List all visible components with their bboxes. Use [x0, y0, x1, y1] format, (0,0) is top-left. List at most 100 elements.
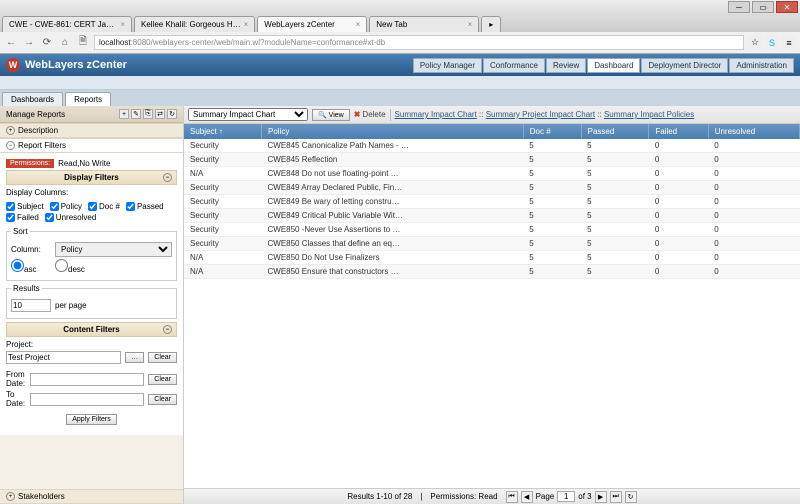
close-icon[interactable]: ×: [468, 20, 473, 29]
collapse-icon[interactable]: −: [163, 173, 172, 182]
display-filters-header[interactable]: Display Filters−: [6, 170, 177, 185]
link-project-impact[interactable]: Summary Project Impact Chart: [486, 110, 595, 119]
address-bar[interactable]: localhost:8080/weblayers-center/web/main…: [94, 35, 744, 50]
from-date-input[interactable]: [30, 373, 144, 386]
column-header[interactable]: Unresolved: [708, 124, 799, 139]
expand-icon[interactable]: +: [6, 126, 15, 135]
tool-icon[interactable]: ⇄: [155, 109, 165, 119]
back-button[interactable]: ←: [4, 36, 18, 50]
subtab-dashboards[interactable]: Dashboards: [2, 92, 63, 106]
table-row[interactable]: SecurityCWE845 Canonicalize Path Names -…: [184, 139, 800, 153]
chk-unresolved[interactable]: Unresolved: [45, 213, 96, 222]
chk-policy[interactable]: Policy: [50, 202, 82, 211]
content-filters-header[interactable]: Content Filters−: [6, 322, 177, 337]
view-button[interactable]: 🔍 View: [312, 109, 350, 121]
close-icon[interactable]: ×: [244, 20, 249, 29]
collapse-icon[interactable]: −: [6, 141, 15, 150]
chk-subject[interactable]: Subject: [6, 202, 44, 211]
chk-failed[interactable]: Failed: [6, 213, 39, 222]
column-header[interactable]: Doc #: [523, 124, 581, 139]
forward-button[interactable]: →: [22, 36, 36, 50]
clear-button[interactable]: Clear: [148, 352, 177, 363]
column-header[interactable]: Subject ↑: [184, 124, 261, 139]
menu-icon[interactable]: ≡: [782, 36, 796, 50]
browser-tabs: CWE - CWE-861: CERT Jav…× Kellee Khalil:…: [0, 14, 800, 32]
section-description[interactable]: +Description: [0, 123, 183, 138]
table-row[interactable]: N/ACWE848 Do not use floating-point …550…: [184, 167, 800, 181]
tool-icon[interactable]: ⎘: [143, 109, 153, 119]
tool-icon[interactable]: ↻: [167, 109, 177, 119]
chk-passed[interactable]: Passed: [126, 202, 164, 211]
column-label: Column:: [11, 245, 51, 254]
reload-button[interactable]: ⟳: [40, 36, 54, 50]
first-page-button[interactable]: ⏮: [506, 491, 518, 503]
delete-icon: ✖: [354, 110, 361, 119]
browse-button[interactable]: …: [125, 352, 144, 363]
nav-conformance[interactable]: Conformance: [483, 58, 545, 73]
table-row[interactable]: SecurityCWE845 Reflection5500: [184, 153, 800, 167]
sort-column-select[interactable]: Policy: [55, 242, 172, 257]
table-row[interactable]: SecurityCWE850 Classes that define an eq…: [184, 237, 800, 251]
link-impact-policies[interactable]: Summary Impact Policies: [604, 110, 694, 119]
sidebar-title: Manage Reports: [6, 110, 65, 119]
minimize-button[interactable]: ─: [728, 1, 750, 13]
close-button[interactable]: ✕: [776, 1, 798, 13]
browser-tab[interactable]: CWE - CWE-861: CERT Jav…×: [2, 16, 132, 32]
link-summary-impact[interactable]: Summary Impact Chart: [395, 110, 477, 119]
to-date-label: To Date:: [6, 390, 26, 408]
table-row[interactable]: N/ACWE850 Ensure that constructors …5500: [184, 265, 800, 279]
table-row[interactable]: N/ACWE850 Do Not Use Finalizers5500: [184, 251, 800, 265]
subtab-reports[interactable]: Reports: [65, 92, 111, 106]
column-header[interactable]: Policy: [261, 124, 523, 139]
results-per-page-input[interactable]: [11, 299, 51, 312]
browser-tab[interactable]: WebLayers zCenter×: [257, 16, 367, 32]
home-button[interactable]: ⌂: [58, 36, 72, 50]
tool-icon[interactable]: ✎: [131, 109, 141, 119]
permissions-value: Read,No Write: [58, 159, 110, 168]
browser-tab[interactable]: New Tab×: [369, 16, 479, 32]
clear-button[interactable]: Clear: [148, 394, 177, 405]
nav-policy-manager[interactable]: Policy Manager: [413, 58, 482, 73]
table-row[interactable]: SecurityCWE850 -Never Use Assertions to …: [184, 223, 800, 237]
section-report-filters[interactable]: −Report Filters: [0, 138, 183, 153]
sidebar-header: Manage Reports + ✎ ⎘ ⇄ ↻: [0, 106, 183, 123]
browser-tab[interactable]: Kellee Khalil: Gorgeous H…×: [134, 16, 255, 32]
column-header[interactable]: Failed: [649, 124, 708, 139]
sort-legend: Sort: [11, 227, 30, 236]
column-header[interactable]: Passed: [581, 124, 649, 139]
radio-desc[interactable]: desc: [55, 259, 95, 274]
table-row[interactable]: SecurityCWE849 Be wary of letting constr…: [184, 195, 800, 209]
nav-admin[interactable]: Administration: [729, 58, 794, 73]
next-page-button[interactable]: ▶: [595, 491, 607, 503]
results-grid: Subject ↑PolicyDoc #PassedFailedUnresolv…: [184, 124, 800, 488]
nav-review[interactable]: Review: [546, 58, 586, 73]
chk-doc[interactable]: Doc #: [88, 202, 120, 211]
table-row[interactable]: SecurityCWE849 Array Declared Public, Fi…: [184, 181, 800, 195]
apply-filters-button[interactable]: Apply Filters: [66, 414, 117, 425]
section-stakeholders[interactable]: +Stakeholders: [0, 489, 183, 504]
nav-dashboard[interactable]: Dashboard: [587, 58, 640, 73]
last-page-button[interactable]: ⏭: [610, 491, 622, 503]
close-icon[interactable]: ×: [120, 20, 125, 29]
collapse-icon[interactable]: −: [163, 325, 172, 334]
skype-icon[interactable]: S: [765, 36, 779, 50]
toolbar: [0, 76, 800, 90]
close-icon[interactable]: ×: [356, 20, 361, 29]
sidebar: Manage Reports + ✎ ⎘ ⇄ ↻ +Description −R…: [0, 106, 184, 504]
breadcrumb-links: Summary Impact Chart :: Summary Project …: [395, 110, 695, 119]
clear-button[interactable]: Clear: [148, 374, 177, 385]
prev-page-button[interactable]: ◀: [521, 491, 533, 503]
chart-select[interactable]: Summary Impact Chart: [188, 108, 308, 121]
radio-asc[interactable]: asc: [11, 259, 51, 274]
refresh-button[interactable]: ↻: [625, 491, 637, 503]
star-icon[interactable]: ☆: [748, 36, 762, 50]
page-input[interactable]: [557, 491, 575, 502]
nav-deployment[interactable]: Deployment Director: [641, 58, 728, 73]
new-tab-button[interactable]: ▸: [481, 16, 501, 32]
delete-button[interactable]: ✖Delete: [354, 110, 386, 119]
to-date-input[interactable]: [30, 393, 144, 406]
table-row[interactable]: SecurityCWE849 Critical Public Variable …: [184, 209, 800, 223]
tool-icon[interactable]: +: [119, 109, 129, 119]
project-input[interactable]: [6, 351, 121, 364]
maximize-button[interactable]: ▭: [752, 1, 774, 13]
